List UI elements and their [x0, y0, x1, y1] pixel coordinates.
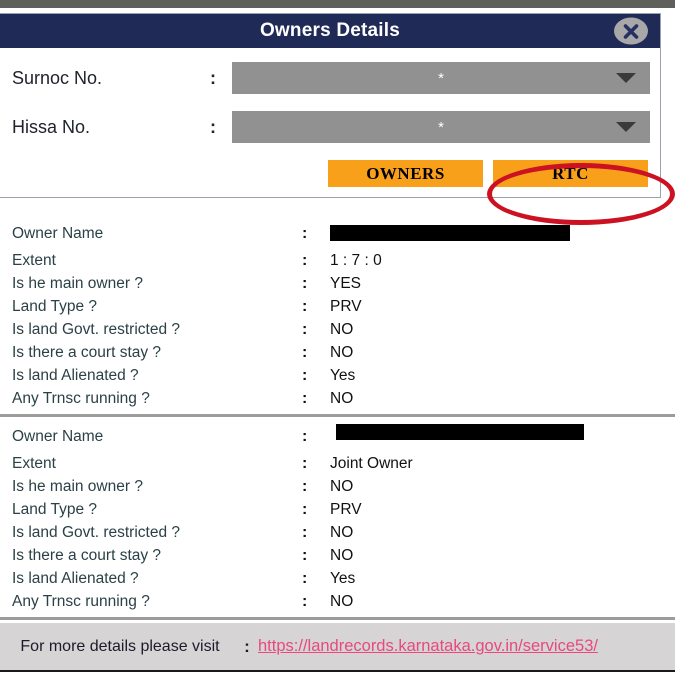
- chevron-down-icon: [616, 73, 636, 83]
- table-row: Is land Govt. restricted ? : NO: [0, 318, 675, 341]
- detail-label: Is land Alienated ?: [12, 569, 139, 587]
- close-icon[interactable]: [614, 17, 648, 45]
- table-row: Is he main owner ? : NO: [0, 475, 675, 498]
- hissa-select[interactable]: *: [232, 111, 650, 143]
- detail-colon: :: [302, 274, 308, 292]
- detail-value: [330, 424, 584, 446]
- detail-value: [330, 225, 570, 243]
- detail-label: Owner Name: [12, 427, 104, 445]
- table-row: Owner Name :: [0, 218, 675, 249]
- detail-label: Any Trnsc running ?: [12, 592, 150, 610]
- owners-details-dialog: Owners Details Surnoc No. : * Hissa No. …: [0, 13, 661, 198]
- detail-label: Extent: [12, 454, 56, 472]
- detail-colon: :: [302, 389, 308, 407]
- detail-value: 1 : 7 : 0: [330, 251, 382, 269]
- detail-colon: :: [302, 592, 308, 610]
- detail-label: Any Trnsc running ?: [12, 389, 150, 407]
- owners-button[interactable]: OWNERS: [328, 160, 483, 187]
- detail-label: Land Type ?: [12, 297, 98, 315]
- landrecords-link[interactable]: https://landrecords.karnataka.gov.in/ser…: [258, 637, 598, 655]
- detail-label: Extent: [12, 251, 56, 269]
- detail-colon: :: [302, 546, 308, 564]
- rtc-button[interactable]: RTC: [493, 160, 648, 187]
- detail-colon: :: [302, 224, 308, 242]
- detail-colon: :: [302, 320, 308, 338]
- detail-value: NO: [330, 320, 354, 338]
- detail-label: Is he main owner ?: [12, 274, 143, 292]
- detail-value: PRV: [330, 297, 362, 315]
- detail-colon: :: [302, 500, 308, 518]
- table-row: Is land Alienated ? : Yes: [0, 567, 675, 590]
- surnoc-field-row: Surnoc No. : *: [10, 62, 650, 94]
- detail-value: NO: [330, 477, 354, 495]
- surnoc-select[interactable]: *: [232, 62, 650, 94]
- detail-colon: :: [302, 523, 308, 541]
- table-row: Is land Govt. restricted ? : NO: [0, 521, 675, 544]
- footer-colon: :: [244, 636, 250, 656]
- detail-value: Yes: [330, 569, 356, 587]
- dialog-body: Surnoc No. : * Hissa No. : * OWNERS RTC: [0, 48, 660, 197]
- detail-value: Yes: [330, 366, 356, 384]
- section-divider: [0, 617, 675, 620]
- detail-label: Is land Govt. restricted ?: [12, 320, 180, 338]
- detail-label: Land Type ?: [12, 500, 98, 518]
- page-title: Owners Details: [259, 20, 401, 41]
- detail-value: YES: [330, 274, 362, 292]
- detail-value: NO: [330, 389, 354, 407]
- detail-value: NO: [330, 523, 354, 541]
- detail-colon: :: [302, 427, 308, 445]
- table-row: Owner Name :: [0, 421, 675, 452]
- table-row: Extent : Joint Owner: [0, 452, 675, 475]
- detail-colon: :: [302, 366, 308, 384]
- detail-label: Is there a court stay ?: [12, 546, 162, 564]
- surnoc-colon: :: [210, 67, 216, 88]
- footer-bar: For more details please visit : https://…: [0, 623, 675, 670]
- detail-colon: :: [302, 569, 308, 587]
- table-row: Is land Alienated ? : Yes: [0, 364, 675, 387]
- table-row: Is he main owner ? : YES: [0, 272, 675, 295]
- detail-colon: :: [302, 343, 308, 361]
- detail-value: NO: [330, 546, 354, 564]
- table-row: Extent : 1 : 7 : 0: [0, 249, 675, 272]
- footer-label: For more details please visit: [20, 637, 220, 655]
- hissa-colon: :: [210, 116, 216, 137]
- detail-value: NO: [330, 592, 354, 610]
- section-divider: [0, 414, 675, 417]
- table-row: Any Trnsc running ? : NO: [0, 590, 675, 613]
- table-row: Is there a court stay ? : NO: [0, 544, 675, 567]
- detail-value: PRV: [330, 500, 362, 518]
- table-row: Land Type ? : PRV: [0, 295, 675, 318]
- dialog-header: Owners Details: [0, 14, 660, 48]
- owner-block: Owner Name : Extent : 1 : 7 : 0 Is he ma…: [0, 218, 675, 410]
- hissa-field-row: Hissa No. : *: [10, 111, 650, 143]
- hissa-select-value: *: [438, 118, 444, 136]
- redaction-bar: [336, 424, 584, 441]
- detail-label: Is he main owner ?: [12, 477, 143, 495]
- dialog-action-buttons: OWNERS RTC: [10, 160, 650, 187]
- detail-label: Is land Govt. restricted ?: [12, 523, 180, 541]
- surnoc-select-value: *: [438, 69, 444, 87]
- chevron-down-icon: [616, 122, 636, 132]
- owners-details-list: Owner Name : Extent : 1 : 7 : 0 Is he ma…: [0, 218, 675, 624]
- detail-label: Is there a court stay ?: [12, 343, 162, 361]
- status-bar-strip: [0, 0, 675, 8]
- hissa-label: Hissa No.: [12, 116, 91, 137]
- table-row: Land Type ? : PRV: [0, 498, 675, 521]
- owner-block: Owner Name : Extent : Joint Owner Is he …: [0, 421, 675, 613]
- table-row: Is there a court stay ? : NO: [0, 341, 675, 364]
- detail-value: NO: [330, 343, 354, 361]
- redaction-bar: [330, 225, 570, 242]
- detail-label: Is land Alienated ?: [12, 366, 139, 384]
- detail-colon: :: [302, 251, 308, 269]
- detail-colon: :: [302, 477, 308, 495]
- detail-label: Owner Name: [12, 224, 104, 242]
- detail-colon: :: [302, 297, 308, 315]
- detail-colon: :: [302, 454, 308, 472]
- table-row: Any Trnsc running ? : NO: [0, 387, 675, 410]
- detail-value: Joint Owner: [330, 454, 413, 472]
- surnoc-label: Surnoc No.: [12, 67, 103, 88]
